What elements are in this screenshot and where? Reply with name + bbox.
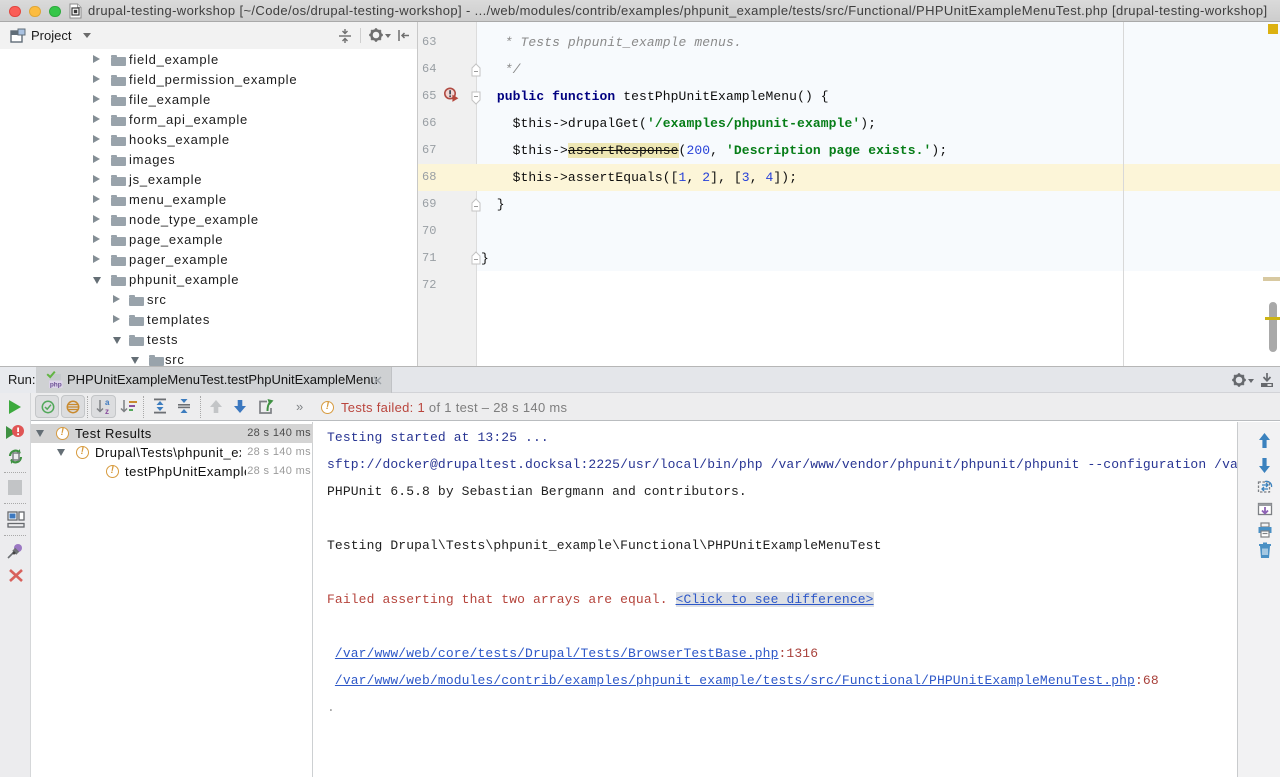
svg-text:z: z [105, 407, 109, 415]
svg-text:php: php [50, 382, 62, 389]
svg-text:a: a [105, 398, 110, 407]
